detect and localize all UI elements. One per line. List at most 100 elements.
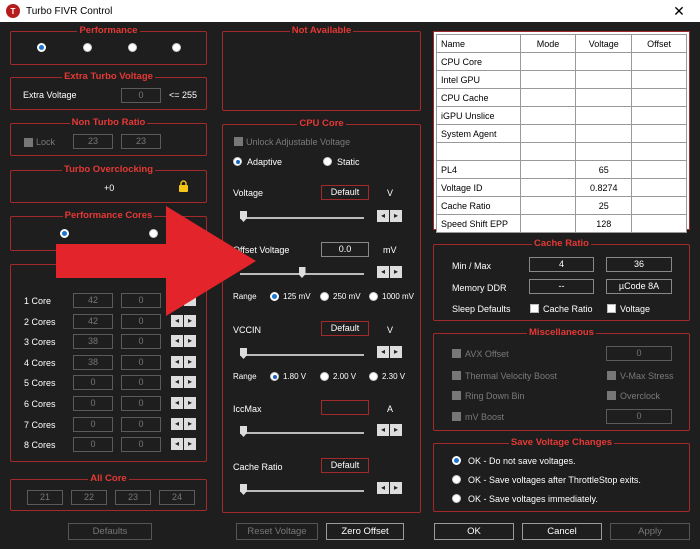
iccmax-slider-thumb[interactable] xyxy=(240,426,247,437)
cache-ratio-input[interactable]: Default xyxy=(321,458,369,473)
core-ratio-input[interactable]: 0 xyxy=(73,396,113,411)
core-offset-input[interactable]: 0 xyxy=(121,375,161,391)
performance-radio-1[interactable] xyxy=(37,43,46,52)
voltage-spinner[interactable]: ◂ ▸ xyxy=(377,210,402,222)
core-spinner[interactable]: ◂▸ xyxy=(171,335,196,348)
performance-radio-4[interactable] xyxy=(172,43,181,52)
core-label: 2 Cores xyxy=(24,316,56,327)
table-cell xyxy=(631,160,687,179)
offset-voltage-input[interactable]: 0.0 xyxy=(321,242,369,257)
cancel-button[interactable]: Cancel xyxy=(522,523,602,540)
performance-radio-2[interactable] xyxy=(83,43,92,52)
overclock-checkbox[interactable] xyxy=(607,391,616,400)
iccmax-input[interactable] xyxy=(321,400,369,415)
vrange-180-radio[interactable] xyxy=(270,372,279,381)
table-cell xyxy=(575,124,633,143)
avx-offset-checkbox[interactable] xyxy=(452,349,461,358)
column-header: Offset xyxy=(631,34,687,53)
defaults-button[interactable]: Defaults xyxy=(68,523,152,540)
ok-button[interactable]: OK xyxy=(434,523,514,540)
tvb-checkbox[interactable] xyxy=(452,371,461,380)
iccmax-spinner[interactable]: ◂ ▸ xyxy=(377,424,402,436)
range-1000-radio[interactable] xyxy=(369,292,378,301)
table-cell xyxy=(519,178,577,197)
table-cell: 25 xyxy=(575,196,633,215)
vccin-slider[interactable] xyxy=(240,354,364,356)
vrange-230-radio[interactable] xyxy=(369,372,378,381)
non-turbo-input-1[interactable]: 23 xyxy=(73,134,113,149)
reset-voltage-button[interactable]: Reset Voltage xyxy=(236,523,318,540)
all-core-input-2[interactable]: 22 xyxy=(71,490,107,505)
sleep-voltage-checkbox[interactable] xyxy=(607,304,616,313)
lock-icon[interactable] xyxy=(178,180,189,192)
vccin-slider-thumb[interactable] xyxy=(240,348,247,359)
offset-voltage-slider-thumb[interactable] xyxy=(298,267,306,278)
apply-button[interactable]: Apply xyxy=(610,523,690,540)
offset-voltage-spinner[interactable]: ◂ ▸ xyxy=(377,266,402,278)
miscellaneous-group: Miscellaneous AVX Offset 0 Thermal Veloc… xyxy=(433,327,690,431)
core-offset-input[interactable]: 0 xyxy=(121,354,161,370)
all-core-input-4[interactable]: 24 xyxy=(159,490,195,505)
unlock-voltage-label: Unlock Adjustable Voltage xyxy=(246,137,351,147)
cache-ratio-slider[interactable] xyxy=(240,490,364,492)
table-cell xyxy=(519,70,577,89)
core-ratio-input[interactable]: 0 xyxy=(73,416,113,432)
core-ratio-input[interactable]: 38 xyxy=(73,334,113,350)
core-ratio-input[interactable]: 0 xyxy=(73,437,113,453)
all-core-input-3[interactable]: 23 xyxy=(115,490,151,505)
zero-offset-button[interactable]: Zero Offset xyxy=(326,523,404,540)
core-offset-input[interactable]: 0 xyxy=(121,437,161,453)
mv-boost-checkbox[interactable] xyxy=(452,412,461,421)
save-option-2-radio[interactable] xyxy=(452,475,461,484)
table-header-row: Name Mode Voltage Offset xyxy=(436,34,687,53)
range-250-radio[interactable] xyxy=(320,292,329,301)
extra-voltage-input[interactable]: 0 xyxy=(121,88,161,103)
iccmax-slider[interactable] xyxy=(240,432,364,434)
performance-radio-3[interactable] xyxy=(128,43,137,52)
vccin-input[interactable]: Default xyxy=(321,321,369,336)
core-offset-input[interactable]: 0 xyxy=(121,396,161,411)
voltage-input[interactable]: Default xyxy=(321,185,369,200)
core-label: 7 Cores xyxy=(24,419,56,430)
range-125-radio[interactable] xyxy=(270,292,279,301)
save-option-3-label: OK - Save voltages immediately. xyxy=(468,494,598,504)
core-spinner[interactable]: ◂▸ xyxy=(171,355,196,368)
misc-title: Miscellaneous xyxy=(527,327,596,338)
mv-boost-input[interactable]: 0 xyxy=(606,409,672,424)
avx-offset-input[interactable]: 0 xyxy=(606,346,672,361)
vccin-spinner[interactable]: ◂ ▸ xyxy=(377,346,402,358)
vmax-stress-checkbox[interactable] xyxy=(607,371,616,380)
table-cell xyxy=(519,214,577,233)
vccin-unit: V xyxy=(387,325,394,335)
minmax-label: Min / Max xyxy=(452,261,492,271)
sleep-cache-ratio-checkbox[interactable] xyxy=(530,304,539,313)
core-spinner[interactable]: ◂▸ xyxy=(171,417,196,430)
core-ratio-input[interactable]: 0 xyxy=(73,375,113,391)
core-offset-input[interactable]: 0 xyxy=(121,416,161,432)
static-radio[interactable] xyxy=(323,157,332,166)
lock-checkbox[interactable] xyxy=(24,138,33,147)
mv-boost-label: mV Boost xyxy=(465,412,505,422)
save-option-3-radio[interactable] xyxy=(452,494,461,503)
save-voltage-group: Save Voltage Changes OK - Do not save vo… xyxy=(433,437,690,512)
cache-ratio-slider-thumb[interactable] xyxy=(240,484,247,495)
non-turbo-input-2[interactable]: 23 xyxy=(121,134,161,149)
ring-down-bin-checkbox[interactable] xyxy=(452,391,461,400)
cache-ratio-spinner[interactable]: ◂ ▸ xyxy=(377,482,402,494)
core-offset-input[interactable]: 0 xyxy=(121,334,161,350)
voltage-slider[interactable] xyxy=(240,217,364,219)
core-ratio-input[interactable]: 38 xyxy=(73,354,113,370)
core-spinner[interactable]: ◂▸ xyxy=(171,314,196,327)
core-spinner[interactable]: ◂▸ xyxy=(171,397,196,409)
unlock-voltage-checkbox[interactable] xyxy=(234,137,243,146)
iccmax-label: IccMax xyxy=(233,404,262,414)
core-spinner[interactable]: ◂▸ xyxy=(171,376,196,389)
adaptive-radio[interactable] xyxy=(233,157,242,166)
all-core-input-1[interactable]: 21 xyxy=(27,490,63,505)
save-option-1-radio[interactable] xyxy=(452,456,461,465)
core-spinner[interactable]: ◂▸ xyxy=(171,438,196,451)
title-bar: T Turbo FIVR Control ✕ xyxy=(0,0,700,22)
table-row: CPU Core xyxy=(436,52,687,71)
close-icon[interactable]: ✕ xyxy=(664,2,694,20)
vrange-200-radio[interactable] xyxy=(320,372,329,381)
